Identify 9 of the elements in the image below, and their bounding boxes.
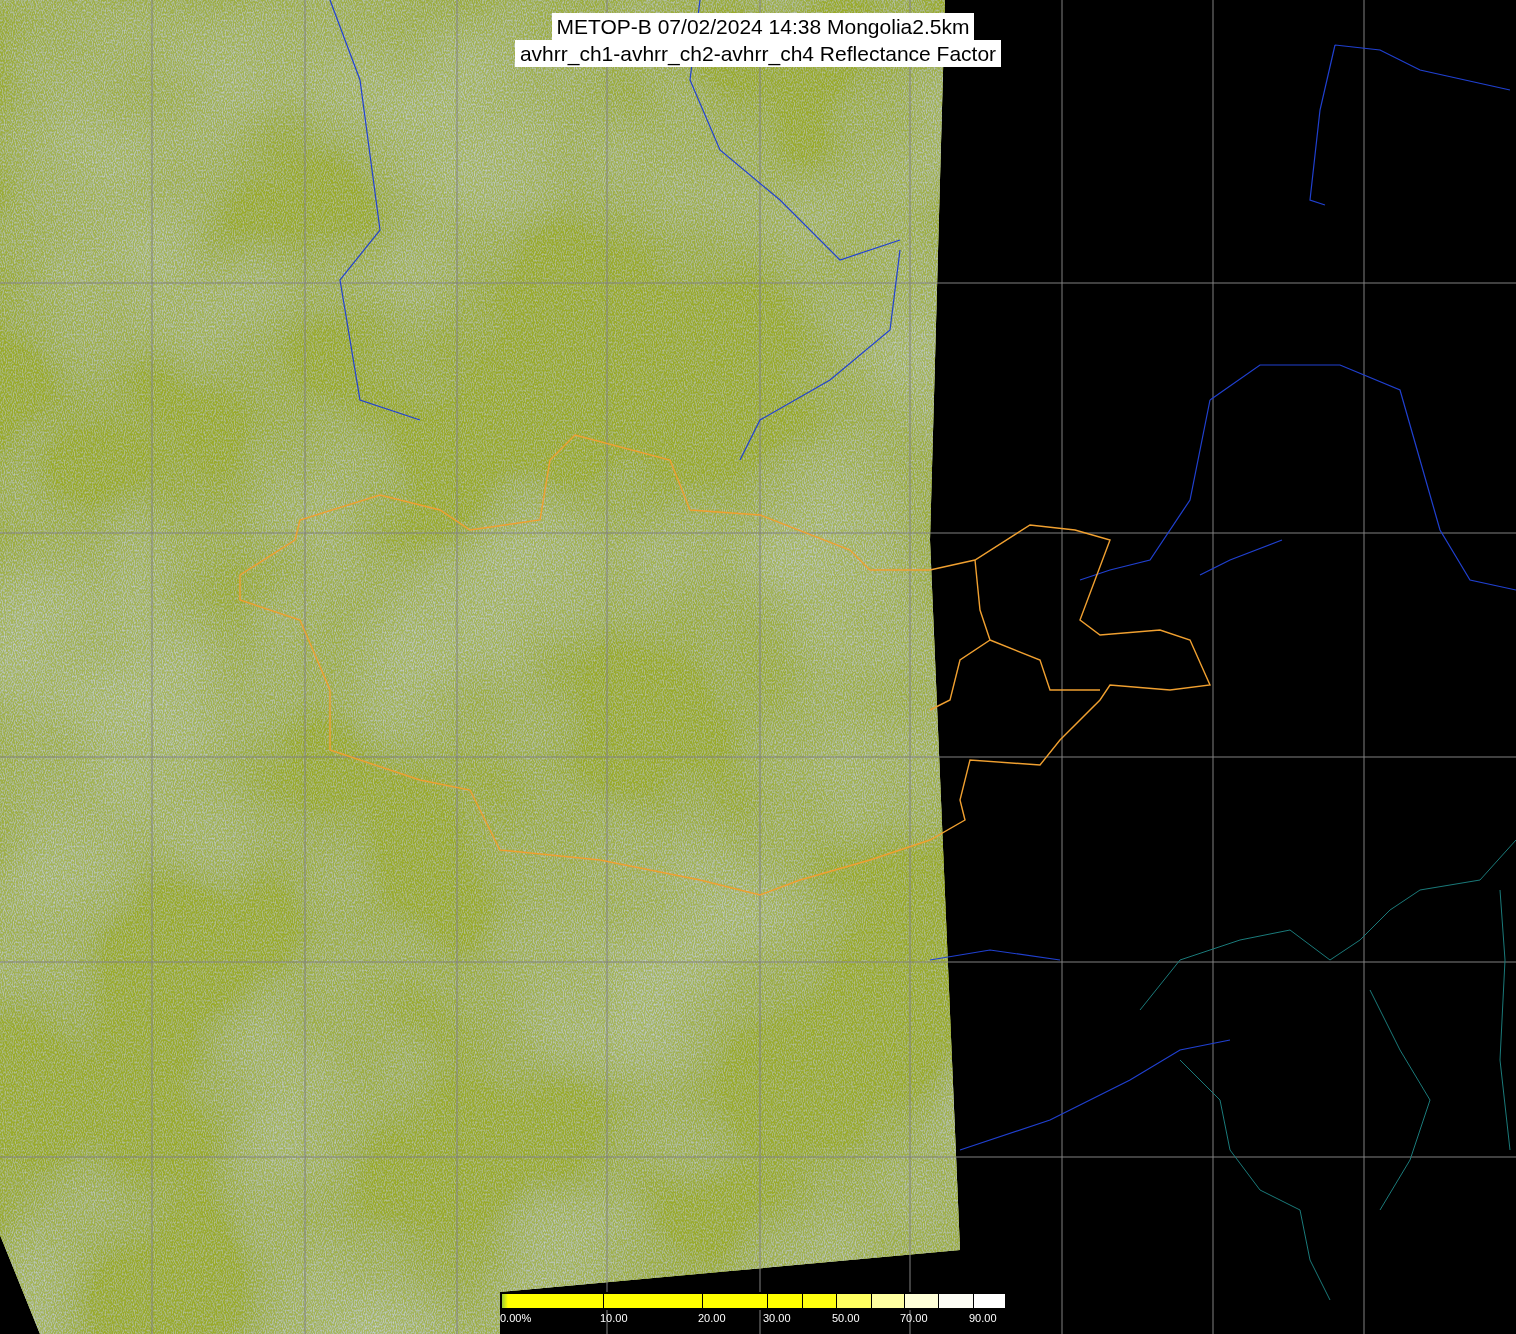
map-title-text: METOP-B 07/02/2024 14:38 Mongolia2.5km (551, 13, 975, 40)
colorbar-tick-label: 0.00% (500, 1312, 532, 1324)
colorbar-tick-label: 50.00 (832, 1312, 860, 1324)
colorbar-tick-label: 30.00 (763, 1312, 791, 1324)
colorbar-tick-label: 70.00 (900, 1312, 928, 1324)
colorbar-tick-label: 10.00 (600, 1312, 628, 1324)
colorbar-tick-label: 90.00 (969, 1312, 997, 1324)
map-title-text: avhrr_ch1-avhrr_ch2-avhrr_ch4 Reflectance Factor (514, 40, 1002, 67)
colorbar-tick-label: 20.00 (698, 1312, 726, 1324)
